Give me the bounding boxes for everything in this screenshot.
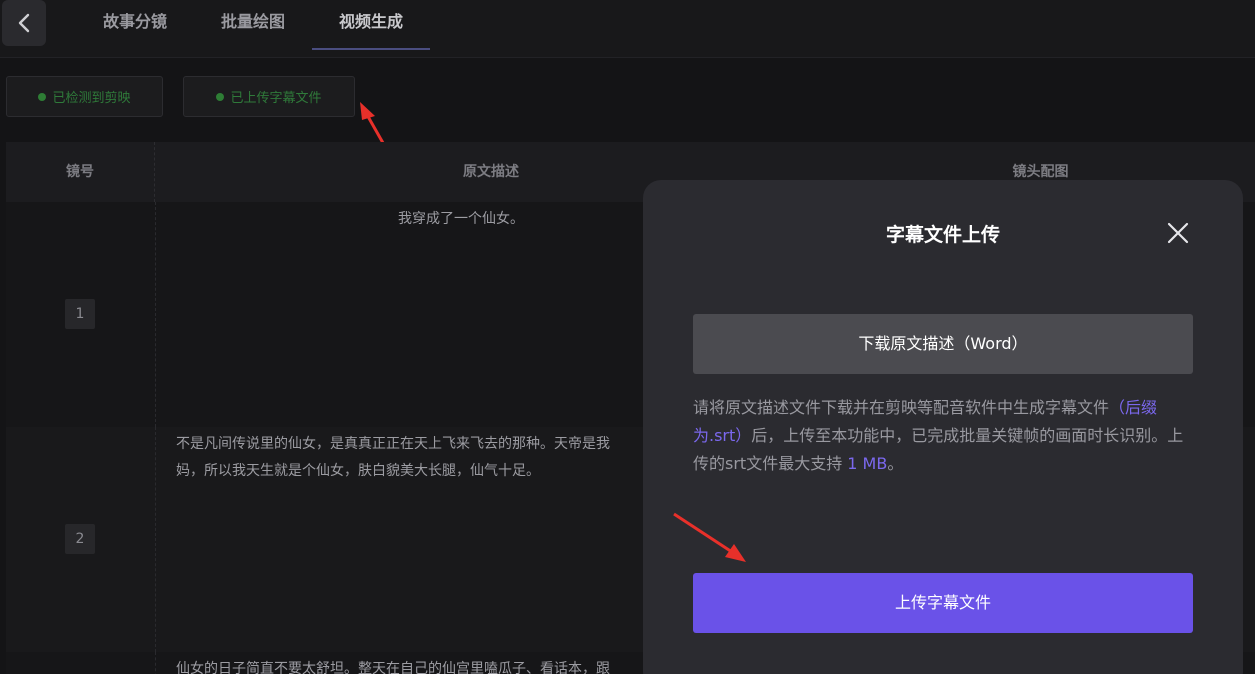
subtitle-uploaded-label: 已上传字幕文件 [230, 91, 322, 106]
upload-subtitle-button[interactable]: 上传字幕文件 [693, 573, 1193, 633]
download-description-button[interactable]: 下载原文描述（Word） [693, 314, 1193, 374]
top-bar: 故事分镜 批量绘图 视频生成 [0, 0, 1255, 58]
shot-number-cell: 1 [6, 202, 156, 427]
subtitle-upload-dialog: 字幕文件上传 下载原文描述（Word） 请将原文描述文件下载并在剪映等配音软件中… [643, 180, 1243, 674]
capcut-detected-badge[interactable]: 已检测到剪映 [6, 76, 163, 117]
column-header-shot-no: 镜号 [6, 142, 155, 202]
capcut-detected-label: 已检测到剪映 [52, 91, 131, 106]
tab-storyboard[interactable]: 故事分镜 [82, 0, 188, 50]
status-dot-icon [216, 92, 225, 101]
dialog-title: 字幕文件上传 [885, 224, 1000, 246]
annotation-arrow-icon [673, 512, 746, 562]
hint-text: 后，上传至本功能中，已完成批量关键帧的画面时长识别。上传的srt文件最大支持 [693, 426, 1184, 473]
hint-max-size: 1 MB [847, 454, 888, 473]
hint-text: 请将原文描述文件下载并在剪映等配音软件中生成字幕文件 [693, 398, 1110, 417]
tab-video-generation[interactable]: 视频生成 [312, 0, 430, 50]
subtitle-uploaded-badge[interactable]: 已上传字幕文件 [183, 76, 355, 117]
shot-number-badge: 2 [65, 524, 95, 554]
shot-number-badge: 1 [65, 299, 95, 329]
close-icon[interactable] [1165, 220, 1191, 246]
shot-number-cell: 2 [6, 427, 156, 652]
chevron-left-icon [18, 13, 30, 33]
status-dot-icon [38, 92, 47, 101]
tab-batch-drawing[interactable]: 批量绘图 [200, 0, 306, 50]
shot-number-cell [6, 652, 156, 674]
hint-text: 。 [887, 454, 904, 473]
upload-instructions: 请将原文描述文件下载并在剪映等配音软件中生成字幕文件（后缀为.srt）后，上传至… [693, 394, 1193, 478]
back-button[interactable] [2, 0, 46, 46]
